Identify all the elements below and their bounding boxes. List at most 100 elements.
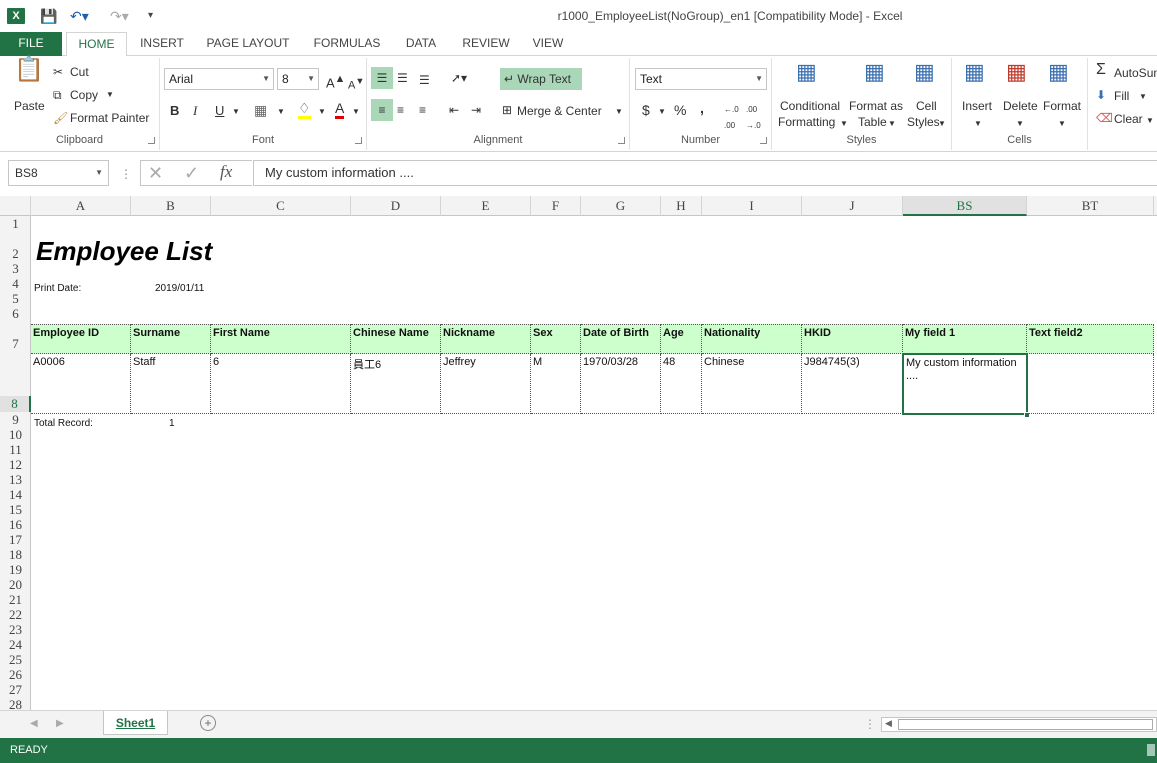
- insert-dropdown-icon[interactable]: ▼: [974, 116, 982, 132]
- font-color-dropdown-icon[interactable]: ▼: [352, 104, 360, 120]
- customize-qat-icon[interactable]: ▾: [148, 7, 153, 25]
- row-header[interactable]: 6: [0, 307, 31, 320]
- tab-page-layout[interactable]: PAGE LAYOUT: [198, 32, 298, 56]
- table-header-cell[interactable]: Date of Birth: [581, 324, 661, 354]
- row-header[interactable]: 22: [0, 608, 31, 621]
- sheet-title[interactable]: Employee List: [34, 234, 214, 267]
- clear-dropdown-icon[interactable]: ▼: [1146, 113, 1154, 129]
- merge-center-button[interactable]: Merge & Center: [517, 103, 602, 119]
- row-header[interactable]: 28: [0, 699, 31, 710]
- row-header[interactable]: 13: [0, 473, 31, 486]
- fill-color-icon[interactable]: ♢: [298, 100, 311, 119]
- increase-font-icon[interactable]: A▲: [326, 71, 345, 91]
- currency-button[interactable]: $: [642, 102, 650, 118]
- format-as-table-label2[interactable]: Table: [858, 114, 887, 130]
- table-header-cell[interactable]: Nickname: [441, 324, 531, 354]
- print-date-value[interactable]: 2019/01/11: [153, 281, 206, 294]
- cut-icon[interactable]: ✂: [53, 64, 63, 80]
- tab-formulas[interactable]: FORMULAS: [305, 32, 389, 56]
- column-header[interactable]: A: [31, 196, 131, 216]
- row-header[interactable]: 23: [0, 623, 31, 636]
- fill-icon[interactable]: ⬇: [1096, 87, 1106, 103]
- cell-styles-label2[interactable]: Styles: [907, 114, 940, 130]
- percent-button[interactable]: %: [674, 102, 686, 118]
- table-header-cell[interactable]: Employee ID: [31, 324, 131, 354]
- merge-dropdown-icon[interactable]: ▼: [615, 104, 623, 120]
- decrease-decimal-icon[interactable]: .00 →.0: [746, 102, 761, 134]
- normal-view-icon[interactable]: [1147, 744, 1155, 756]
- row-header[interactable]: 16: [0, 518, 31, 531]
- formula-input[interactable]: My custom information ....: [253, 160, 1157, 186]
- row-header[interactable]: 10: [0, 428, 31, 441]
- column-header[interactable]: D: [351, 196, 441, 216]
- conditional-formatting-icon[interactable]: ▦: [796, 61, 817, 83]
- font-color-icon[interactable]: A: [335, 100, 345, 119]
- table-header-cell[interactable]: HKID: [802, 324, 903, 354]
- table-cell[interactable]: [1028, 354, 1154, 414]
- tab-view[interactable]: VIEW: [525, 32, 571, 56]
- row-header[interactable]: 3: [0, 262, 31, 275]
- redo-icon[interactable]: ↷▾: [110, 7, 129, 25]
- row-header[interactable]: 9: [0, 413, 31, 426]
- copy-icon[interactable]: ⧉: [53, 87, 62, 103]
- column-header[interactable]: I: [702, 196, 802, 216]
- format-cells-icon[interactable]: ▦: [1048, 61, 1069, 83]
- row-header[interactable]: 5: [0, 292, 31, 305]
- cell-styles-icon[interactable]: ▦: [914, 61, 935, 83]
- autosum-button[interactable]: AutoSum: [1114, 65, 1157, 81]
- align-bottom-icon[interactable]: ☰: [419, 72, 430, 88]
- row-header[interactable]: 21: [0, 593, 31, 606]
- increase-indent-icon[interactable]: ⇥: [471, 102, 481, 118]
- number-launcher-icon[interactable]: [760, 137, 767, 144]
- copy-dropdown-icon[interactable]: ▼: [106, 87, 114, 103]
- table-cell[interactable]: 6: [211, 354, 351, 414]
- active-cell[interactable]: My custom information ....: [902, 353, 1028, 415]
- row-header[interactable]: 18: [0, 548, 31, 561]
- tab-home[interactable]: HOME: [66, 32, 127, 57]
- underline-dropdown-icon[interactable]: ▼: [232, 104, 240, 120]
- copy-button[interactable]: Copy: [70, 87, 98, 103]
- scrollbar-thumb[interactable]: [898, 719, 1153, 730]
- format-button[interactable]: Format: [1043, 98, 1081, 114]
- horizontal-scrollbar[interactable]: ◀: [881, 717, 1157, 732]
- table-header-cell[interactable]: Text field2: [1027, 324, 1154, 354]
- row-header[interactable]: 14: [0, 488, 31, 501]
- align-right-icon[interactable]: ≡: [419, 102, 426, 118]
- sheet-tab-sheet1[interactable]: Sheet1: [103, 711, 168, 735]
- delete-cells-icon[interactable]: ▦: [1006, 61, 1027, 83]
- column-header[interactable]: H: [661, 196, 702, 216]
- table-cell[interactable]: 48: [661, 354, 702, 414]
- table-cell[interactable]: 員工6: [351, 354, 441, 414]
- format-dropdown-icon[interactable]: ▼: [1058, 116, 1066, 132]
- row-header[interactable]: 26: [0, 668, 31, 681]
- table-cell[interactable]: Staff: [131, 354, 211, 414]
- delete-button[interactable]: Delete: [1003, 98, 1038, 114]
- row-header[interactable]: 25: [0, 653, 31, 666]
- conditional-dropdown-icon[interactable]: ▼: [840, 116, 848, 132]
- decrease-font-icon[interactable]: A▼: [348, 73, 364, 94]
- total-record-value[interactable]: 1: [167, 416, 177, 429]
- prev-sheet-icon[interactable]: ◀: [30, 716, 38, 732]
- wrap-text-button[interactable]: ↵ Wrap Text: [500, 68, 582, 90]
- table-header-cell[interactable]: First Name: [211, 324, 351, 354]
- tab-review[interactable]: REVIEW: [455, 32, 517, 56]
- table-cell[interactable]: M: [531, 354, 581, 414]
- worksheet-grid[interactable]: A B C D E F G H I J BS BT 1 2 3 4 5 6 7 …: [0, 196, 1157, 710]
- print-date-label[interactable]: Print Date:: [32, 281, 83, 294]
- borders-dropdown-icon[interactable]: ▼: [277, 104, 285, 120]
- conditional-formatting-label2[interactable]: Formatting: [778, 114, 835, 130]
- row-header[interactable]: 17: [0, 533, 31, 546]
- increase-decimal-icon[interactable]: ←.0.00: [724, 102, 739, 134]
- column-header[interactable]: BT: [1027, 196, 1154, 216]
- cancel-icon[interactable]: ✕: [148, 164, 163, 182]
- cell-styles-label[interactable]: Cell: [916, 98, 937, 114]
- enter-icon[interactable]: ✓: [184, 164, 199, 182]
- tab-insert[interactable]: INSERT: [131, 32, 193, 56]
- merge-center-icon[interactable]: ⊞: [502, 102, 512, 118]
- borders-icon[interactable]: ▦: [254, 102, 267, 118]
- format-as-table-icon[interactable]: ▦: [864, 61, 885, 83]
- row-header-selected[interactable]: 8: [0, 396, 31, 412]
- clear-icon[interactable]: ⌫: [1096, 110, 1113, 126]
- insert-function-button[interactable]: fx: [220, 163, 232, 180]
- column-header[interactable]: F: [531, 196, 581, 216]
